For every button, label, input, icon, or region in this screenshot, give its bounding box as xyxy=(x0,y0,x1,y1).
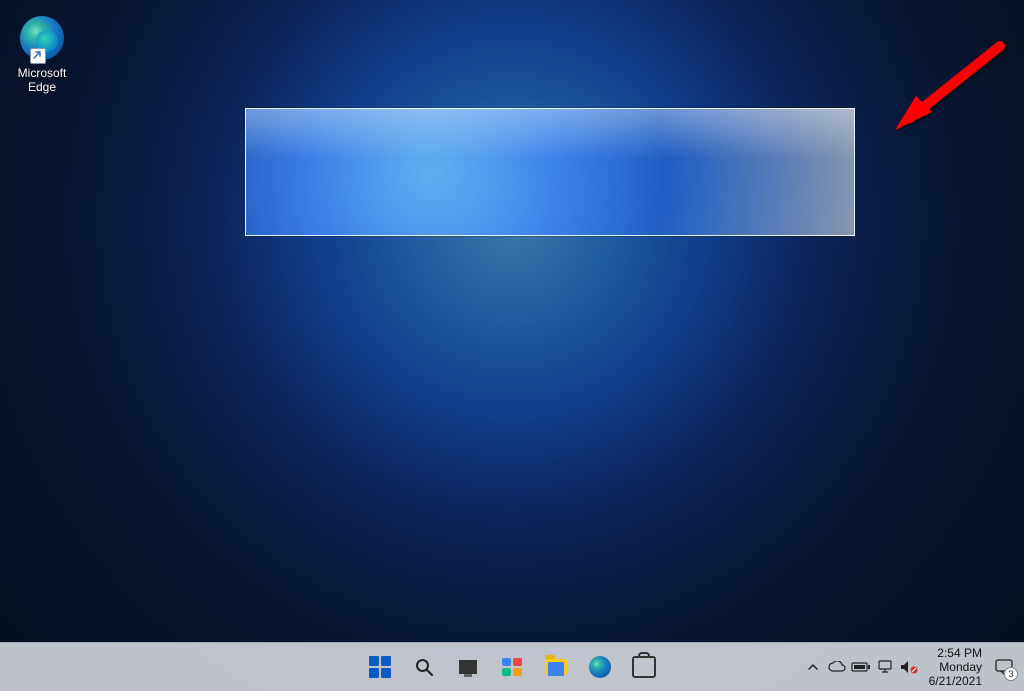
edge-icon xyxy=(589,656,611,678)
shortcut-arrow-icon xyxy=(30,48,46,64)
taskbar-clock[interactable]: 2:54 PM Monday 6/21/2021 xyxy=(925,646,986,688)
clock-time: 2:54 PM xyxy=(929,646,982,660)
volume-muted-icon xyxy=(900,660,918,674)
taskbar-center-group xyxy=(361,643,663,691)
tray-onedrive[interactable] xyxy=(827,657,847,677)
widgets-button[interactable] xyxy=(493,648,531,686)
tray-battery[interactable] xyxy=(851,657,871,677)
taskbar: 2:54 PM Monday 6/21/2021 3 xyxy=(0,642,1024,691)
task-view-button[interactable] xyxy=(449,648,487,686)
desktop-icon-microsoft-edge[interactable]: Microsoft Edge xyxy=(6,14,78,94)
search-button[interactable] xyxy=(405,648,443,686)
tray-volume[interactable] xyxy=(899,657,919,677)
search-icon xyxy=(414,657,434,677)
system-tray xyxy=(803,657,919,677)
clock-date: 6/21/2021 xyxy=(929,674,982,688)
file-explorer-button[interactable] xyxy=(537,648,575,686)
widgets-icon xyxy=(502,658,522,676)
dim-overlay xyxy=(0,0,1024,691)
tray-overflow-button[interactable] xyxy=(803,657,823,677)
snap-layout-region[interactable] xyxy=(245,108,855,236)
network-icon xyxy=(877,660,893,674)
start-button[interactable] xyxy=(361,648,399,686)
tray-network[interactable] xyxy=(875,657,895,677)
clock-day: Monday xyxy=(929,660,982,674)
edge-icon xyxy=(18,16,66,64)
folder-icon xyxy=(545,659,567,675)
notifications-count: 3 xyxy=(1004,667,1018,681)
edge-button[interactable] xyxy=(581,648,619,686)
task-view-icon xyxy=(459,660,477,674)
store-icon xyxy=(632,656,656,678)
notifications-button[interactable]: 3 xyxy=(992,655,1016,679)
windows-logo-icon xyxy=(369,656,391,678)
cloud-icon xyxy=(828,661,846,673)
desktop-icon-label: Microsoft Edge xyxy=(6,66,78,94)
store-button[interactable] xyxy=(625,648,663,686)
battery-icon xyxy=(851,661,871,673)
desktop[interactable]: Microsoft Edge xyxy=(0,0,1024,691)
taskbar-right-group: 2:54 PM Monday 6/21/2021 3 xyxy=(803,643,1016,691)
chevron-up-icon xyxy=(807,661,819,673)
